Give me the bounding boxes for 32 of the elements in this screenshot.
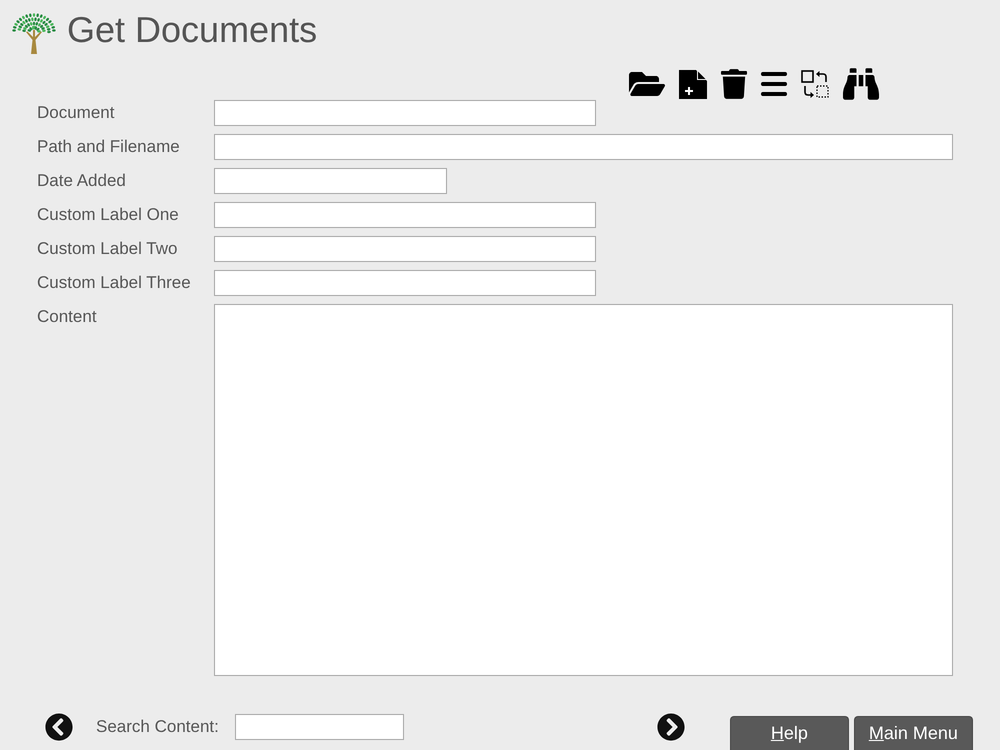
- field-label: Path and Filename: [37, 136, 180, 158]
- previous-button[interactable]: [45, 713, 73, 741]
- field-label: Document: [37, 102, 114, 124]
- delete-button[interactable]: [721, 69, 747, 99]
- input-field[interactable]: [214, 236, 596, 262]
- squares-arrows-icon: [801, 70, 829, 98]
- menu-icon: [761, 72, 787, 96]
- main-menu-button[interactable]: Main Menu: [854, 716, 973, 750]
- field-label: Custom Label Two: [37, 238, 178, 260]
- help-button[interactable]: Help: [730, 716, 849, 750]
- menu-button[interactable]: [761, 72, 787, 96]
- next-button[interactable]: [656, 713, 685, 741]
- chevron-left-icon: [45, 713, 73, 741]
- input-field[interactable]: [214, 100, 596, 126]
- input-field[interactable]: [214, 134, 953, 160]
- chevron-right-icon: [656, 713, 685, 741]
- find-button[interactable]: [843, 66, 879, 102]
- field-label: Content: [37, 306, 97, 328]
- trash-icon: [721, 69, 747, 99]
- field-label: Custom Label One: [37, 204, 179, 226]
- search-label: Search Content:: [96, 716, 219, 738]
- new-file-button[interactable]: [679, 70, 707, 98]
- binoculars-icon: [843, 66, 879, 102]
- page-title: Get Documents: [67, 10, 318, 50]
- file-plus-icon: [679, 70, 707, 98]
- input-field[interactable]: [214, 270, 596, 296]
- input-field[interactable]: [214, 202, 596, 228]
- swap-button[interactable]: [801, 70, 829, 98]
- date-field[interactable]: [214, 168, 447, 194]
- field-label: Custom Label Three: [37, 272, 191, 294]
- field-label: Date Added: [37, 170, 126, 192]
- search-field[interactable]: [234, 714, 404, 740]
